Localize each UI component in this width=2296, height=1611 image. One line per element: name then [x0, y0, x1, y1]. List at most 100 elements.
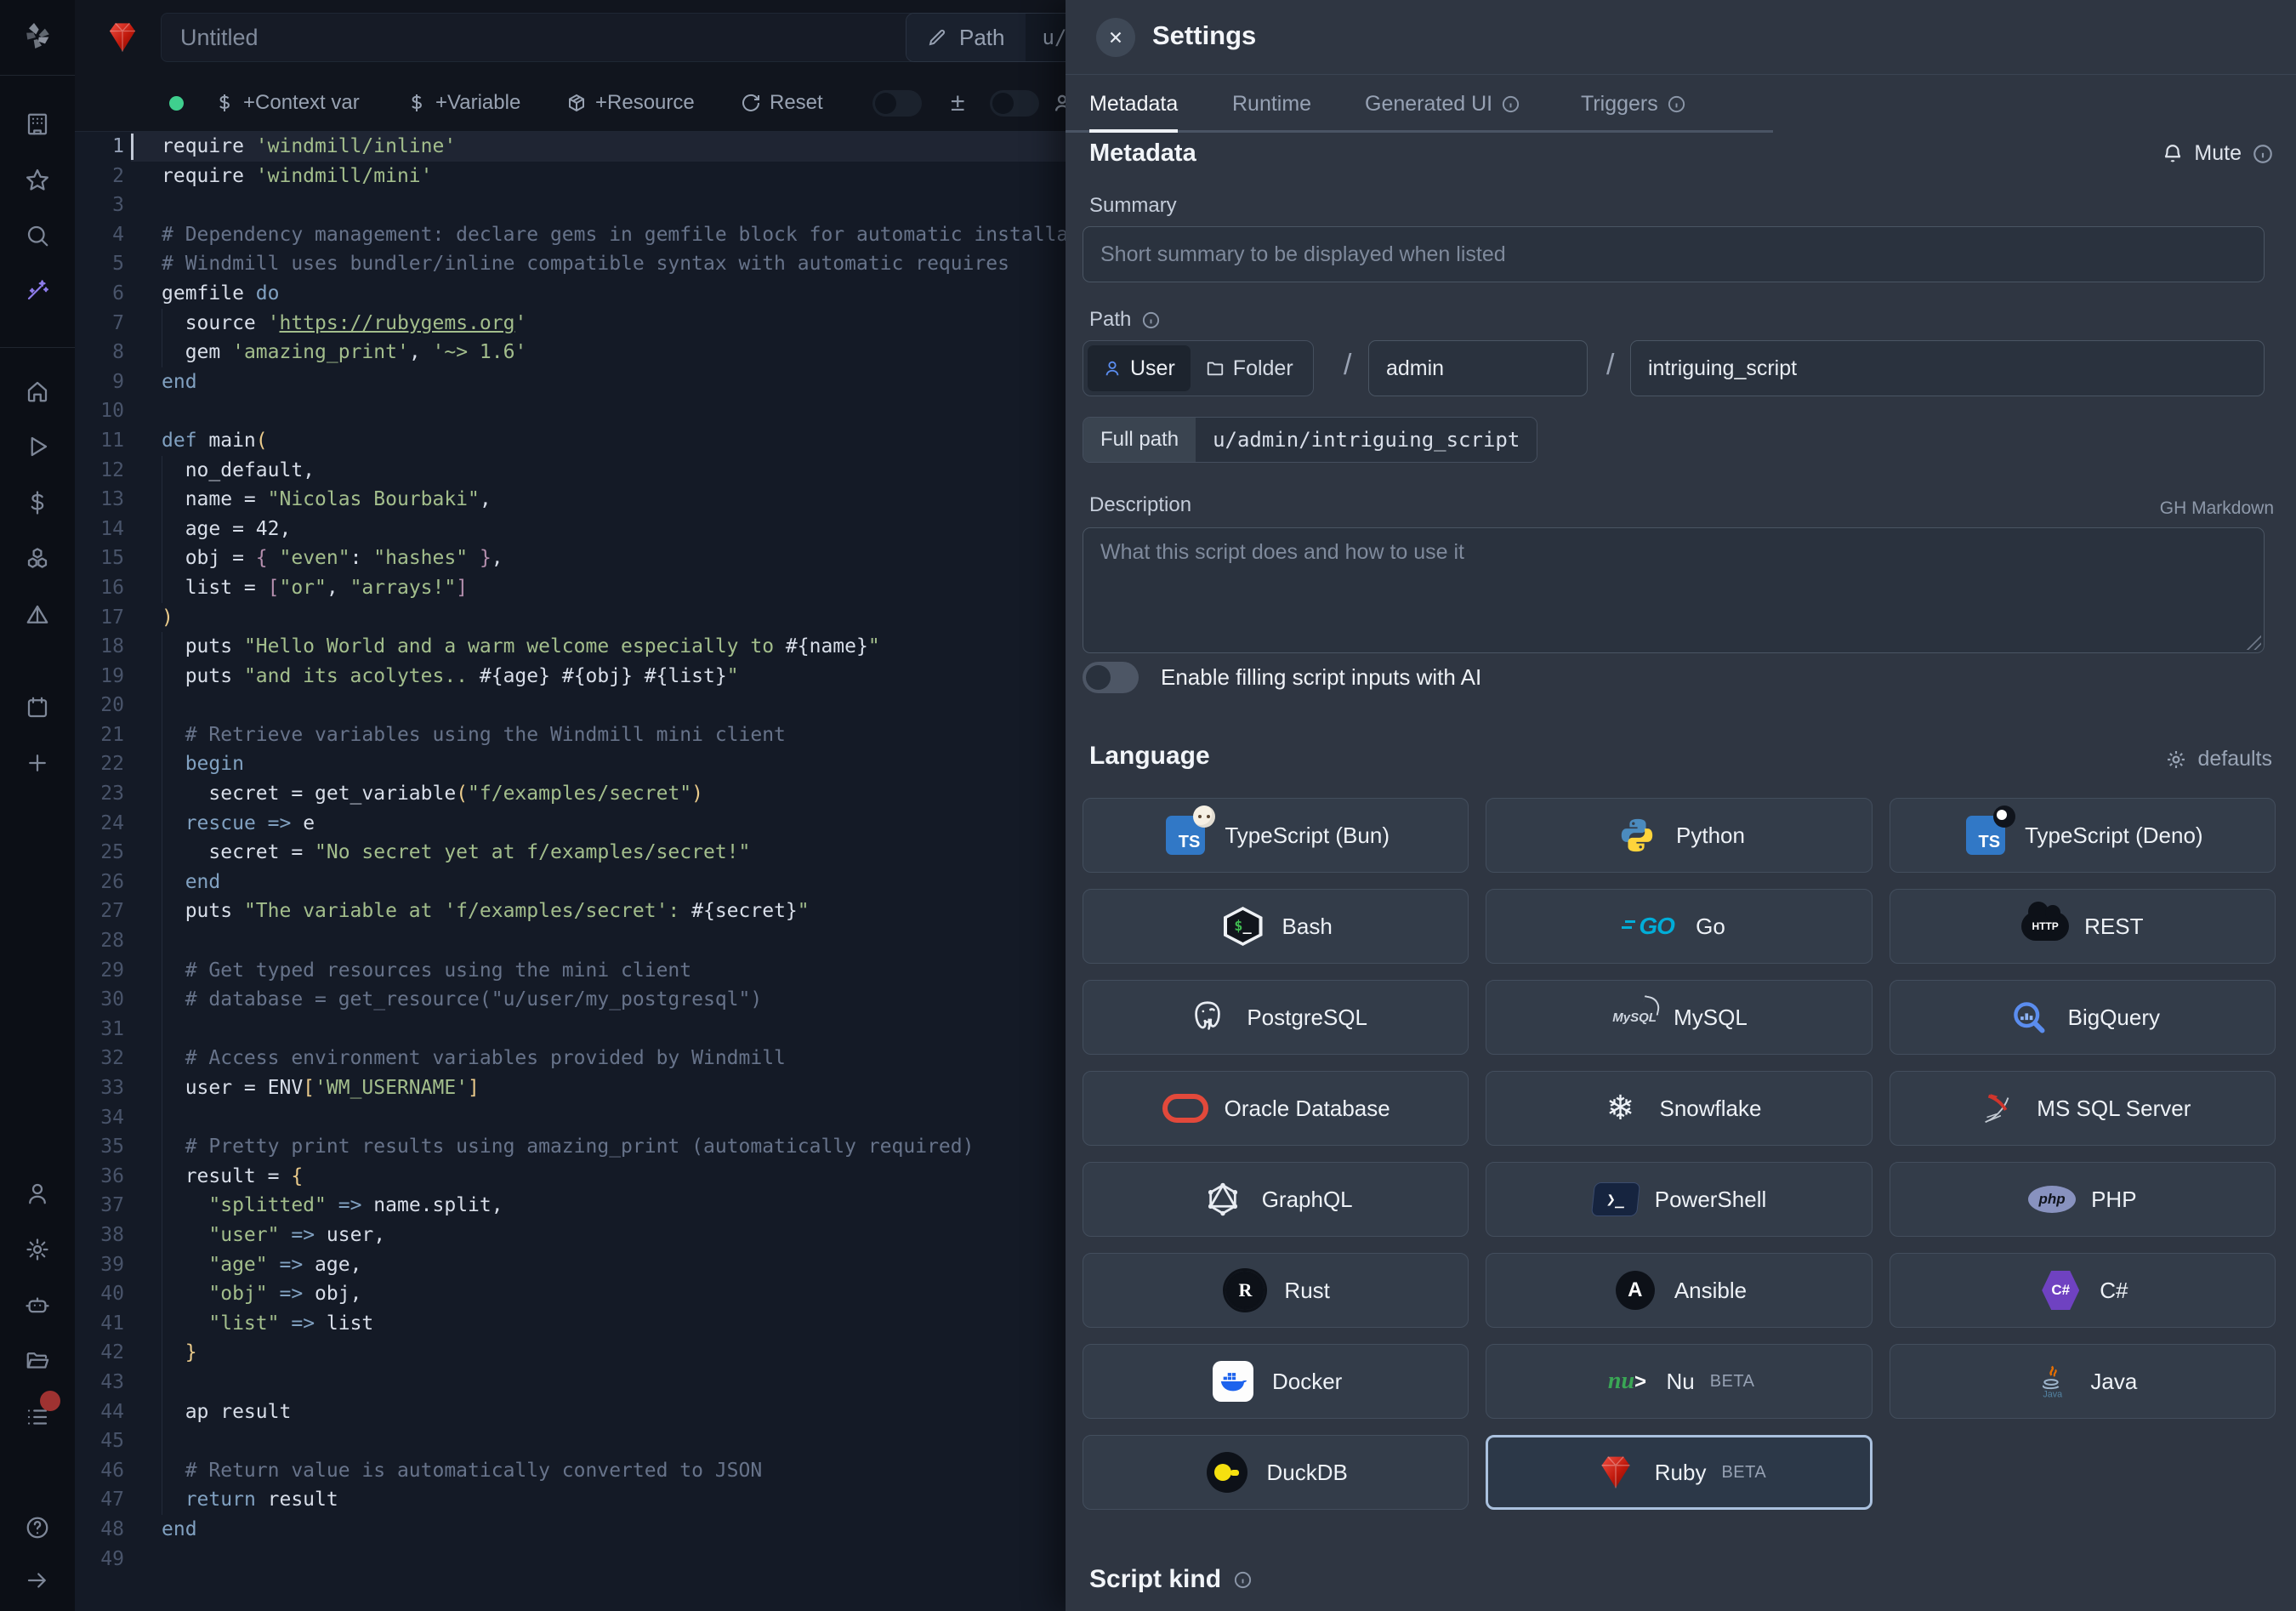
code-line[interactable]: 29 # Get typed resources using the mini …: [75, 956, 1066, 986]
code-line[interactable]: 28: [75, 926, 1066, 956]
language-card-go[interactable]: GOGo: [1486, 889, 1872, 964]
code-line[interactable]: 13 name = "Nicolas Bourbaki",: [75, 485, 1066, 515]
sidebar-play-icon[interactable]: [25, 434, 50, 459]
code-line[interactable]: 14 age = 42,: [75, 515, 1066, 544]
code-line[interactable]: 8 gem 'amazing_print', '~> 1.6': [75, 338, 1066, 367]
language-card-nu[interactable]: nu>NuBETA: [1486, 1344, 1872, 1419]
sidebar-user-icon[interactable]: [25, 1181, 50, 1206]
add-resource-button[interactable]: +Resource: [566, 91, 695, 115]
language-card-rest[interactable]: HTTPREST: [1890, 889, 2276, 964]
add-context-var-button[interactable]: +Context var: [214, 91, 360, 115]
code-line[interactable]: 1require 'windmill/inline': [75, 132, 1066, 162]
close-icon[interactable]: [1096, 18, 1135, 57]
code-line[interactable]: 15 obj = { "even": "hashes" },: [75, 544, 1066, 573]
sidebar-robot-icon[interactable]: [25, 1292, 50, 1318]
code-line[interactable]: 31: [75, 1015, 1066, 1045]
code-line[interactable]: 32 # Access environment variables provid…: [75, 1044, 1066, 1073]
code-line[interactable]: 22 begin: [75, 749, 1066, 779]
sidebar-plus-icon[interactable]: [25, 750, 50, 776]
code-line[interactable]: 41 "list" => list: [75, 1309, 1066, 1339]
language-card-graphql[interactable]: GraphQL: [1083, 1162, 1469, 1237]
mute-button[interactable]: Mute: [2162, 141, 2274, 166]
summary-input[interactable]: [1083, 226, 2265, 282]
diff-mode-toggle[interactable]: [872, 90, 922, 117]
sidebar-magic-wand-icon[interactable]: [25, 277, 50, 303]
language-card-mysql[interactable]: MySQLMySQL: [1486, 980, 1872, 1055]
code-line[interactable]: 24 rescue => e: [75, 809, 1066, 839]
code-line[interactable]: 34: [75, 1103, 1066, 1133]
language-card-c[interactable]: C#C#: [1890, 1253, 2276, 1328]
sidebar-building-icon[interactable]: [25, 111, 50, 137]
code-line[interactable]: 40 "obj" => obj,: [75, 1279, 1066, 1309]
language-card-bash[interactable]: $_Bash: [1083, 889, 1469, 964]
language-card-typescript-bun[interactable]: TSTypeScript (Bun): [1083, 798, 1469, 873]
sidebar-star-icon[interactable]: [25, 168, 50, 193]
sidebar-help-icon[interactable]: [25, 1515, 50, 1540]
language-card-typescript-deno[interactable]: TSTypeScript (Deno): [1890, 798, 2276, 873]
windmill-logo-icon[interactable]: [20, 19, 54, 53]
code-line[interactable]: 30 # database = get_resource("u/user/my_…: [75, 985, 1066, 1015]
sidebar-prism-icon[interactable]: [25, 602, 50, 628]
sidebar-calendar-icon[interactable]: [25, 695, 50, 720]
code-line[interactable]: 36 result = {: [75, 1162, 1066, 1192]
code-line[interactable]: 17): [75, 603, 1066, 633]
code-line[interactable]: 19 puts "and its acolytes.. #{age} #{obj…: [75, 662, 1066, 692]
code-editor[interactable]: 1require 'windmill/inline'2require 'wind…: [75, 132, 1066, 1611]
sidebar-arrow-right-icon[interactable]: [25, 1568, 50, 1593]
sidebar-home-icon[interactable]: [25, 379, 50, 404]
code-line[interactable]: 5# Windmill uses bundler/inline compatib…: [75, 249, 1066, 279]
reset-button[interactable]: Reset: [741, 91, 823, 115]
owner-kind-folder[interactable]: Folder: [1191, 345, 1309, 391]
language-card-snowflake[interactable]: ❄Snowflake: [1486, 1071, 1872, 1146]
tab-metadata[interactable]: Metadata: [1089, 75, 1178, 133]
code-line[interactable]: 42 }: [75, 1338, 1066, 1368]
owner-kind-user[interactable]: User: [1088, 345, 1191, 391]
code-line[interactable]: 39 "age" => age,: [75, 1250, 1066, 1280]
code-line[interactable]: 10: [75, 396, 1066, 426]
code-line[interactable]: 12 no_default,: [75, 456, 1066, 486]
code-line[interactable]: 27 puts "The variable at 'f/examples/sec…: [75, 897, 1066, 926]
code-line[interactable]: 47 return result: [75, 1485, 1066, 1515]
code-line[interactable]: 35 # Pretty print results using amazing_…: [75, 1132, 1066, 1162]
code-line[interactable]: 46 # Return value is automatically conve…: [75, 1456, 1066, 1486]
code-line[interactable]: 23 secret = get_variable("f/examples/sec…: [75, 779, 1066, 809]
code-line[interactable]: 45: [75, 1426, 1066, 1456]
language-card-ruby[interactable]: RubyBETA: [1486, 1435, 1872, 1510]
defaults-button[interactable]: defaults: [2165, 747, 2272, 771]
code-line[interactable]: 2require 'windmill/mini': [75, 162, 1066, 191]
language-card-duckdb[interactable]: DuckDB: [1083, 1435, 1469, 1510]
code-line[interactable]: 18 puts "Hello World and a warm welcome …: [75, 632, 1066, 662]
code-line[interactable]: 44 ap result: [75, 1398, 1066, 1427]
sidebar-gear-icon[interactable]: [25, 1237, 50, 1262]
script-name-input[interactable]: [1630, 340, 2265, 396]
language-card-powershell[interactable]: ❯_PowerShell: [1486, 1162, 1872, 1237]
code-line[interactable]: 7 source 'https://rubygems.org': [75, 309, 1066, 339]
language-card-postgresql[interactable]: PostgreSQL: [1083, 980, 1469, 1055]
language-card-ansible[interactable]: AAnsible: [1486, 1253, 1872, 1328]
sidebar-search-icon[interactable]: [25, 223, 50, 248]
language-card-docker[interactable]: Docker: [1083, 1344, 1469, 1419]
code-line[interactable]: 38 "user" => user,: [75, 1221, 1066, 1250]
code-line[interactable]: 37 "splitted" => name.split,: [75, 1191, 1066, 1221]
code-line[interactable]: 43: [75, 1368, 1066, 1398]
tab-triggers[interactable]: Triggers: [1581, 75, 1686, 133]
language-card-java[interactable]: JavaJava: [1890, 1344, 2276, 1419]
code-line[interactable]: 11def main(: [75, 426, 1066, 456]
code-line[interactable]: 25 secret = "No secret yet at f/examples…: [75, 838, 1066, 868]
code-line[interactable]: 20: [75, 691, 1066, 720]
add-variable-button[interactable]: +Variable: [406, 91, 520, 115]
code-line[interactable]: 3: [75, 191, 1066, 220]
sidebar-list-icon[interactable]: [25, 1404, 50, 1430]
multiplayer-toggle[interactable]: [990, 90, 1039, 117]
tab-generated-ui[interactable]: Generated UI: [1365, 75, 1520, 133]
owner-input[interactable]: [1368, 340, 1588, 396]
sidebar-dollar-icon[interactable]: [25, 490, 50, 515]
code-line[interactable]: 33 user = ENV['WM_USERNAME']: [75, 1073, 1066, 1103]
code-line[interactable]: 49: [75, 1545, 1066, 1574]
code-line[interactable]: 4# Dependency management: declare gems i…: [75, 220, 1066, 250]
tab-runtime[interactable]: Runtime: [1232, 75, 1311, 133]
language-card-rust[interactable]: RRust: [1083, 1253, 1469, 1328]
script-title-input[interactable]: [161, 13, 931, 62]
code-line[interactable]: 26 end: [75, 868, 1066, 897]
language-card-python[interactable]: Python: [1486, 798, 1872, 873]
